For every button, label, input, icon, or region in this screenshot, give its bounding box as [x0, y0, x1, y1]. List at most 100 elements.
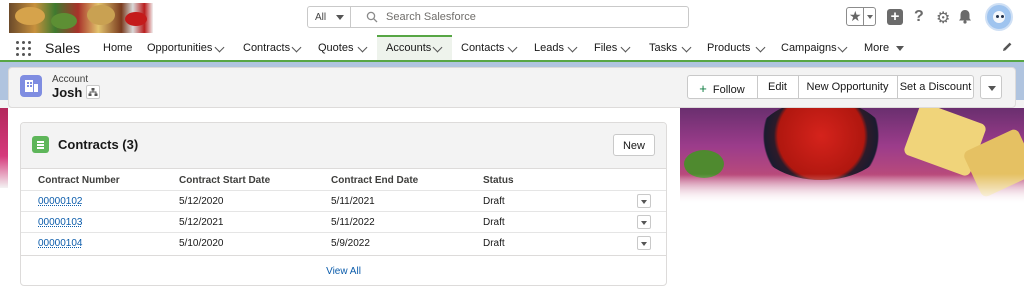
hierarchy-icon — [88, 88, 98, 96]
search-scope-label: All — [315, 12, 327, 23]
table-row: 00000104 5/10/2020 5/9/2022 Draft — [21, 232, 666, 254]
chevron-down-icon[interactable] — [432, 42, 443, 53]
table-row: 00000102 5/12/2020 5/11/2021 Draft — [21, 190, 666, 212]
follow-button[interactable]: + Follow — [688, 76, 756, 98]
view-all-label: View All — [326, 266, 361, 277]
caret-down-icon — [641, 200, 647, 204]
global-search[interactable]: All Search Salesforce — [307, 6, 689, 28]
nav-item-accounts[interactable]: Accounts — [377, 35, 452, 60]
page-background-right — [680, 204, 1024, 291]
setup-gear-icon[interactable]: ⚙ — [936, 8, 950, 28]
star-icon: ★ — [849, 8, 862, 24]
object-type-label: Account — [52, 74, 89, 85]
contract-start-date: 5/12/2021 — [179, 217, 224, 228]
chevron-down-icon[interactable] — [755, 42, 766, 53]
contract-end-date: 5/9/2022 — [331, 238, 370, 249]
contract-icon — [32, 136, 49, 153]
app-navigation: Sales Home Opportunities Contracts Quote… — [0, 35, 1024, 62]
nav-item-more[interactable]: More — [864, 35, 908, 60]
contract-number-link[interactable]: 00000103 — [38, 217, 83, 228]
nav-item-label: More — [864, 42, 890, 54]
edit-nav-pencil-icon[interactable] — [1001, 41, 1013, 53]
edit-button[interactable]: Edit — [758, 76, 797, 98]
nav-item-opportunities[interactable]: Opportunities — [147, 35, 233, 60]
related-list-title[interactable]: Contracts (3) — [58, 137, 138, 152]
nav-item-products[interactable]: Products — [707, 35, 769, 60]
nav-item-label: Accounts — [386, 42, 432, 54]
contract-start-date: 5/10/2020 — [179, 238, 224, 249]
search-input[interactable]: Search Salesforce — [386, 11, 476, 23]
contracts-related-list: Contracts (3) New Contract Number Contra… — [20, 122, 667, 286]
nav-item-tasks[interactable]: Tasks — [649, 35, 695, 60]
nav-item-campaigns[interactable]: Campaigns — [781, 35, 853, 60]
new-opportunity-button[interactable]: New Opportunity — [799, 76, 896, 98]
nav-item-contacts[interactable]: Contacts — [461, 35, 521, 60]
more-actions-button[interactable] — [980, 75, 1002, 99]
caret-down-icon — [896, 46, 904, 51]
new-opportunity-button-label: New Opportunity — [806, 81, 889, 93]
nav-item-home[interactable]: Home — [103, 35, 141, 60]
new-contract-button-label: New — [622, 140, 645, 152]
app-name: Sales — [45, 40, 81, 56]
chevron-down-icon[interactable] — [507, 42, 518, 53]
nav-item-label: Contracts — [243, 42, 291, 54]
column-header-contract-number: Contract Number — [38, 175, 120, 186]
record-header: Account Josh + Follow Edit New Opportunit… — [8, 67, 1016, 108]
caret-down-icon — [641, 221, 647, 225]
related-list-header: Contracts (3) New — [21, 123, 666, 169]
row-actions-button[interactable] — [637, 194, 651, 208]
chevron-down-icon[interactable] — [681, 42, 692, 53]
contract-end-date: 5/11/2022 — [331, 217, 375, 228]
nav-item-label: Products — [707, 42, 751, 54]
nav-item-label: Files — [594, 42, 618, 54]
chevron-down-icon[interactable] — [567, 42, 578, 53]
org-logo[interactable] — [9, 3, 153, 33]
row-actions-button[interactable] — [637, 236, 651, 250]
chevron-down-icon[interactable] — [620, 42, 631, 53]
nav-item-label: Campaigns — [781, 42, 837, 54]
chevron-down-icon[interactable] — [837, 42, 848, 53]
column-header-status: Status — [483, 175, 514, 186]
set-a-discount-button[interactable]: Set a Discount — [898, 76, 973, 98]
plus-icon: + — [699, 81, 707, 96]
chevron-down-icon[interactable] — [357, 42, 368, 53]
notifications-bell-icon[interactable] — [958, 9, 972, 24]
column-header-contract-end-date: Contract End Date — [331, 175, 419, 186]
table-row: 00000103 5/12/2021 5/11/2022 Draft — [21, 211, 666, 233]
help-icon[interactable]: ? — [914, 8, 924, 26]
nav-item-label: Leads — [534, 42, 564, 54]
nav-item-label: Contacts — [461, 42, 505, 54]
chevron-down-icon[interactable] — [291, 42, 302, 53]
edit-button-label: Edit — [768, 81, 787, 93]
nav-item-contracts[interactable]: Contracts — [243, 35, 309, 60]
view-all-link[interactable]: View All — [21, 255, 666, 285]
favorites-list-caret-icon[interactable] — [867, 15, 873, 19]
set-a-discount-button-label: Set a Discount — [899, 81, 972, 93]
favorites-button[interactable]: ★ — [846, 7, 876, 26]
contract-number-link[interactable]: 00000104 — [38, 238, 83, 249]
nav-item-files[interactable]: Files — [594, 35, 634, 60]
background-image-right — [680, 108, 1024, 204]
contract-start-date: 5/12/2020 — [179, 196, 224, 207]
search-scope-select[interactable]: All — [308, 7, 351, 27]
new-contract-button[interactable]: New — [613, 134, 655, 156]
caret-down-icon — [988, 86, 996, 91]
row-actions-button[interactable] — [637, 215, 651, 229]
chevron-down-icon[interactable] — [214, 42, 225, 53]
app-launcher-icon[interactable] — [16, 41, 32, 57]
nav-item-quotes[interactable]: Quotes — [318, 35, 373, 60]
caret-down-icon — [336, 15, 344, 20]
search-icon — [366, 11, 378, 23]
account-hierarchy-button[interactable] — [86, 85, 100, 99]
favorites-divider — [863, 8, 864, 25]
user-avatar[interactable] — [985, 3, 1013, 31]
nav-item-leads[interactable]: Leads — [534, 35, 582, 60]
global-actions-plus-icon[interactable]: + — [887, 9, 903, 25]
contract-end-date: 5/11/2021 — [331, 196, 375, 207]
record-actions: + Follow Edit New Opportunity Set a Disco… — [687, 75, 974, 99]
nav-item-label: Home — [103, 42, 133, 54]
contract-number-link[interactable]: 00000102 — [38, 196, 83, 207]
contract-status: Draft — [483, 238, 505, 249]
global-header: All Search Salesforce ★ + ? ⚙ — [0, 0, 1024, 35]
nav-item-label: Opportunities — [147, 42, 213, 54]
